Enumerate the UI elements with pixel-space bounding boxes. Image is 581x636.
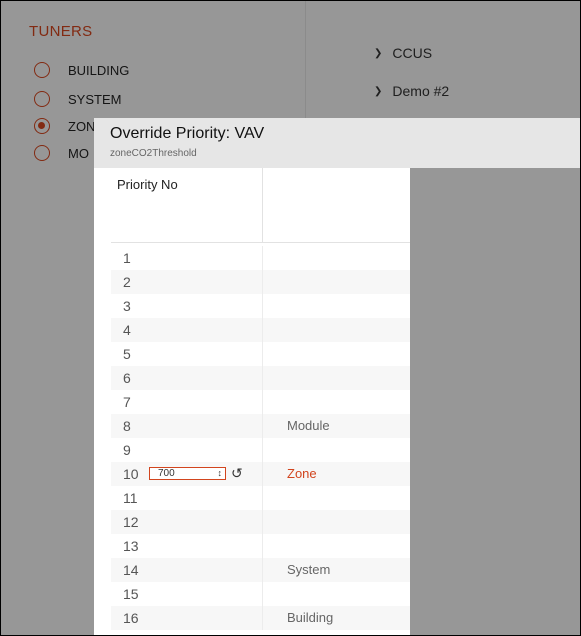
table-row: 10 700 ↕ ↺ Zone [111,462,410,486]
row-divider [262,366,263,390]
modal-header: Override Priority: VAV zoneCO2Threshold [94,118,580,168]
table-row: 8 Module [111,414,410,438]
table-row: 16 Building [111,606,410,630]
table-row: 9 [111,438,410,462]
priority-number: 4 [123,322,131,338]
row-divider [262,342,263,366]
column-header-priority: Priority No [117,177,178,192]
priority-number: 10 [123,466,139,482]
row-divider [262,582,263,606]
priority-number: 5 [123,346,131,362]
row-divider [262,318,263,342]
table-row: 14 System [111,558,410,582]
priority-number: 6 [123,370,131,386]
priority-number: 14 [123,562,139,578]
table-row: 11 [111,486,410,510]
table-row: 2 [111,270,410,294]
modal-subtitle: zoneCO2Threshold [110,148,197,159]
table-row: 4 [111,318,410,342]
priority-number: 16 [123,610,139,626]
priority-number: 1 [123,250,131,266]
priority-number: 2 [123,274,131,290]
row-divider [262,462,263,486]
row-divider [262,294,263,318]
priority-number: 3 [123,298,131,314]
reset-icon[interactable]: ↺ [231,465,243,482]
priority-number: 12 [123,514,139,530]
table-row: 12 [111,510,410,534]
column-divider [262,168,263,243]
table-row: 5 [111,342,410,366]
priority-number: 13 [123,538,139,554]
priority-rows: 1 2 3 4 5 6 7 8 Module 9 10 700 ↕ ↺ Zone 11 12 13 14 System… [111,246,410,630]
stepper-arrows-icon[interactable]: ↕ [218,468,223,479]
row-divider [262,534,263,558]
row-divider [262,390,263,414]
priority-level: Zone [287,466,317,481]
row-divider [262,246,263,270]
modal-title: Override Priority: VAV [110,125,265,142]
priority-number: 15 [123,586,139,602]
row-divider [262,606,263,630]
table-row: 6 [111,366,410,390]
row-divider [262,438,263,462]
table-row: 7 [111,390,410,414]
row-divider [262,414,263,438]
table-row: 13 [111,534,410,558]
row-divider [262,270,263,294]
priority-table: Priority No 1 2 3 4 5 6 7 8 Module 9 10 700 ↕ ↺ Zone 11… [94,168,410,635]
priority-number: 7 [123,394,131,410]
table-row: 3 [111,294,410,318]
priority-number: 11 [123,490,138,506]
row-divider [262,486,263,510]
table-row: 1 [111,246,410,270]
row-divider [262,510,263,534]
priority-level: Building [287,610,334,625]
priority-level: Module [287,418,330,433]
priority-value: 700 [158,468,175,479]
priority-number: 8 [123,418,131,434]
priority-level: System [287,562,331,577]
priority-value-input[interactable]: 700 ↕ [149,467,226,480]
app-frame: TUNERS BUILDING SYSTEM ZON MO ❯ CCUS ❯ D… [0,0,581,636]
priority-number: 9 [123,442,131,458]
table-row: 15 [111,582,410,606]
header-divider [111,242,410,243]
row-divider [262,558,263,582]
